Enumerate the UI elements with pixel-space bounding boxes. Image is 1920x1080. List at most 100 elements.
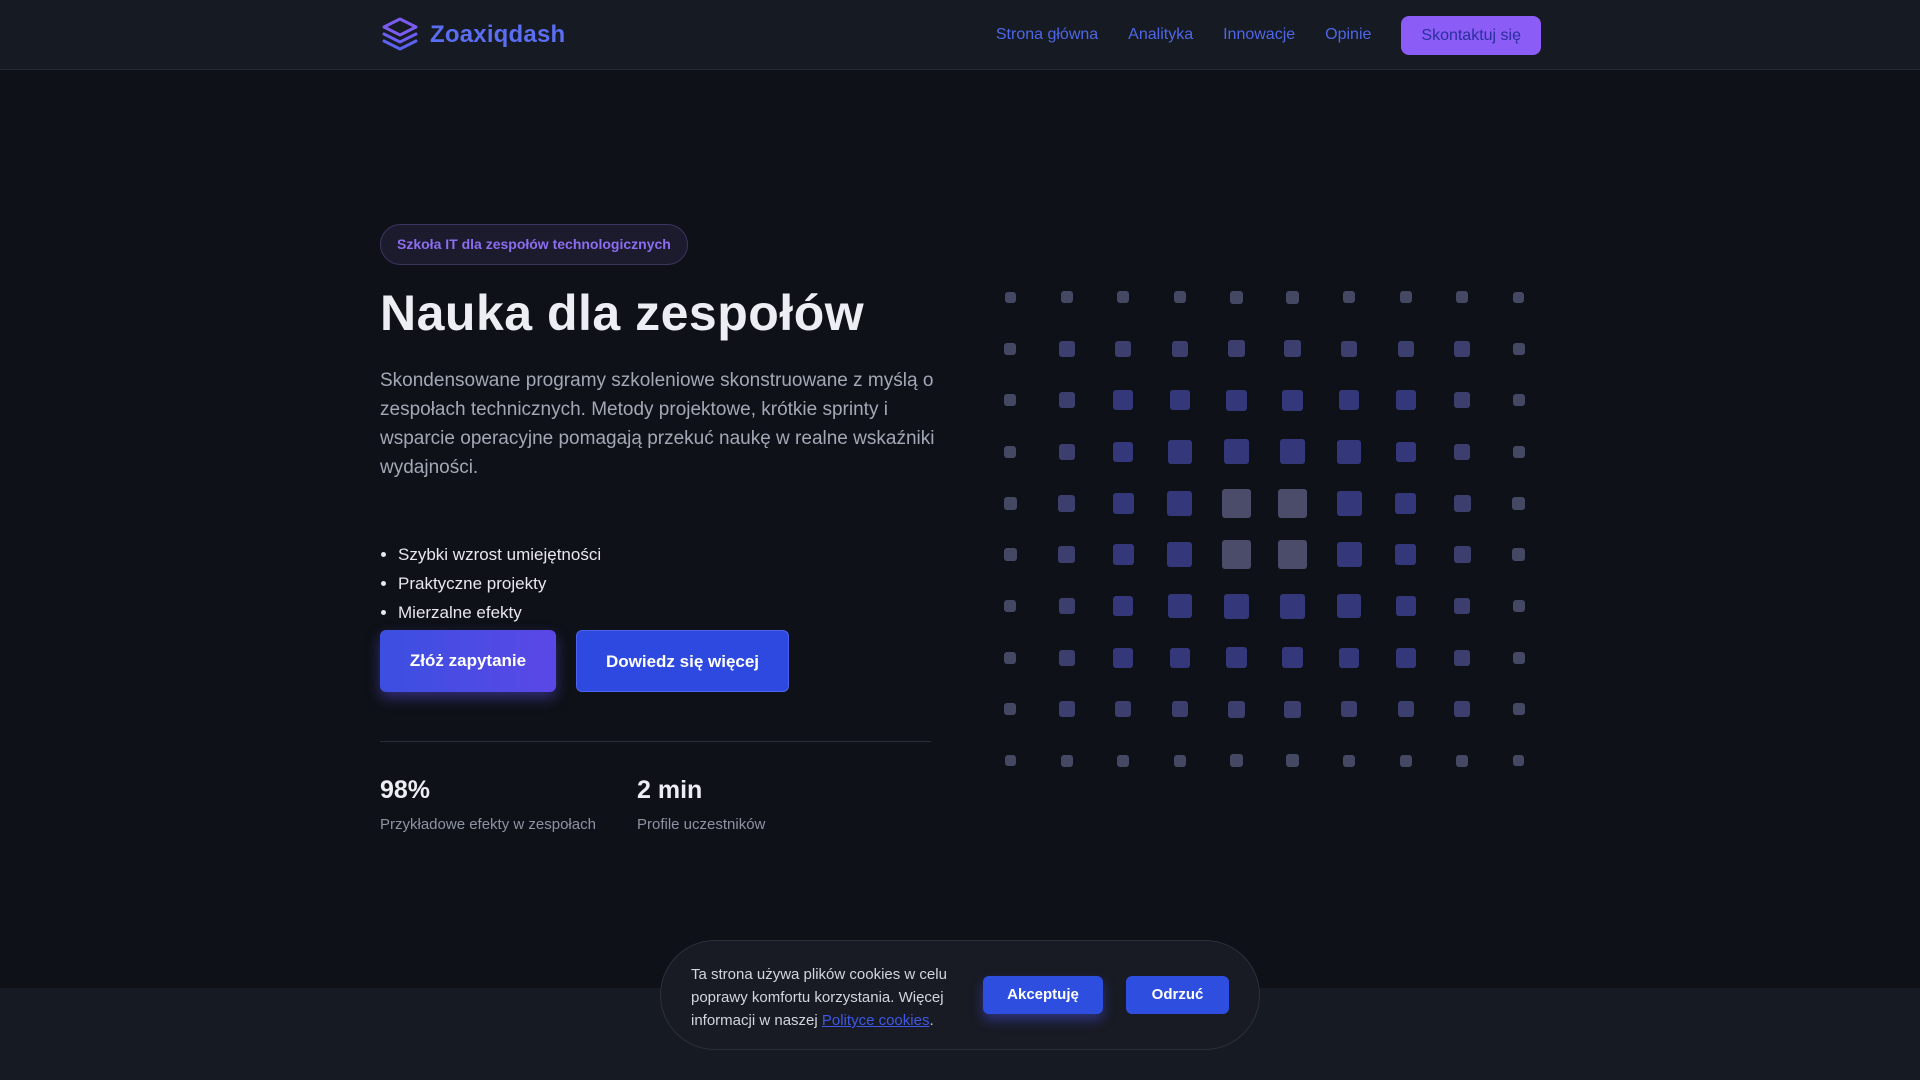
grid-square [1112,544,1134,565]
grid-square [1512,496,1525,510]
grid-square [1167,490,1192,516]
grid-square [1453,546,1471,563]
grid-square [1454,701,1470,717]
main-nav: Strona główna Analityka Innowacje Opinie… [996,15,1541,55]
layers-stack-icon [382,17,418,51]
grid-square [1278,488,1307,518]
grid-square [1512,548,1525,561]
grid-square [1397,701,1414,717]
grid-square [1225,647,1247,668]
stat-results: 98% Przykładowe efekty w zespołach [380,776,596,833]
grid-square [1060,754,1073,767]
grid-square [1454,392,1470,408]
grid-square [1512,600,1525,612]
grid-square [1167,542,1192,567]
grid-square [1115,340,1131,357]
feature-item: Mierzalne efekty [398,598,898,627]
grid-square [1286,290,1299,304]
inquiry-button[interactable]: Złóż zapytanie [380,630,556,692]
grid-square [1513,291,1524,303]
nav-link-analytics[interactable]: Analityka [1128,26,1193,44]
grid-square [1227,700,1245,718]
grid-square [1004,651,1016,664]
grid-square [1117,291,1129,303]
grid-square [1512,394,1525,406]
grid-square [1173,291,1186,303]
grid-square [1282,389,1303,411]
grid-square [1341,340,1357,357]
grid-square [1284,340,1301,357]
grid-square [1169,647,1190,668]
grid-square [1058,598,1075,614]
grid-square [1454,443,1470,460]
grid-square [1337,594,1361,618]
grid-square [1282,647,1303,668]
grid-square [1223,439,1249,464]
grid-square [1113,390,1133,410]
grid-square [1004,291,1016,303]
reject-cookies-button[interactable]: Odrzuć [1126,976,1229,1014]
grid-square [1115,701,1131,717]
grid-square [1456,291,1468,303]
grid-square [1395,596,1416,616]
grid-square [1003,496,1017,510]
nav-link-home[interactable]: Strona główna [996,26,1098,44]
grid-square [1225,389,1247,411]
grid-square [1512,342,1525,355]
grid-square [1454,598,1470,614]
learn-more-button[interactable]: Dowiedz się więcej [576,630,789,692]
grid-square [1336,490,1362,516]
feature-item: Szybki wzrost umiejętności [398,540,898,569]
grid-square [1337,439,1361,464]
grid-square [1058,494,1075,512]
hero-badge: Szkoła IT dla zespołów technologicznych [380,224,688,265]
grid-square [1456,754,1468,767]
grid-square [1284,700,1301,718]
grid-square [1454,649,1470,666]
grid-square [1004,445,1016,458]
contact-button[interactable]: Skontaktuj się [1401,15,1541,55]
grid-square [1113,596,1133,616]
grid-square [1003,548,1017,561]
accept-cookies-button[interactable]: Akceptuję [983,976,1103,1014]
grid-square [1453,494,1471,512]
grid-square [1397,340,1414,357]
grid-square [1395,441,1416,462]
grid-square [1221,540,1251,569]
stat-profiles: 2 min Profile uczestników [637,776,765,833]
grid-square [1278,540,1307,569]
decorative-grid [0,0,1920,1080]
stat-label: Profile uczestników [637,816,766,833]
grid-square [1058,649,1075,666]
grid-square [1058,392,1075,408]
feature-list: Szybki wzrost umiejętności Praktyczne pr… [398,540,898,627]
feature-item: Praktyczne projekty [398,569,898,598]
grid-square [1058,443,1075,460]
stats-divider [380,741,931,742]
grid-square [1117,754,1129,767]
grid-square [1113,647,1133,668]
stat-value: 2 min [637,776,703,804]
grid-square [1341,701,1357,717]
cookie-policy-link[interactable]: Polityce cookies [822,1012,930,1029]
grid-square [1060,291,1073,303]
grid-square [1223,593,1249,619]
grid-square [1339,647,1359,668]
hero-title: Nauka dla zespołów [380,285,865,341]
grid-square [1004,600,1016,612]
nav-link-reviews[interactable]: Opinie [1325,26,1371,44]
grid-square [1395,390,1416,410]
grid-square [1221,488,1251,518]
grid-square [1286,754,1299,767]
grid-square [1171,701,1188,717]
nav-link-innovations[interactable]: Innowacje [1223,26,1295,44]
grid-square [1280,593,1305,619]
grid-square [1513,755,1524,766]
cookie-message: Ta strona używa plików cookies w celu po… [691,963,976,1032]
grid-square [1004,394,1016,406]
grid-square [1399,291,1412,303]
stat-value: 98% [380,776,431,804]
hero-description: Skondensowane programy szkoleniowe skons… [380,370,935,478]
logo-text: Zoaxiqdash [430,21,566,48]
logo[interactable]: Zoaxiqdash [380,14,565,56]
